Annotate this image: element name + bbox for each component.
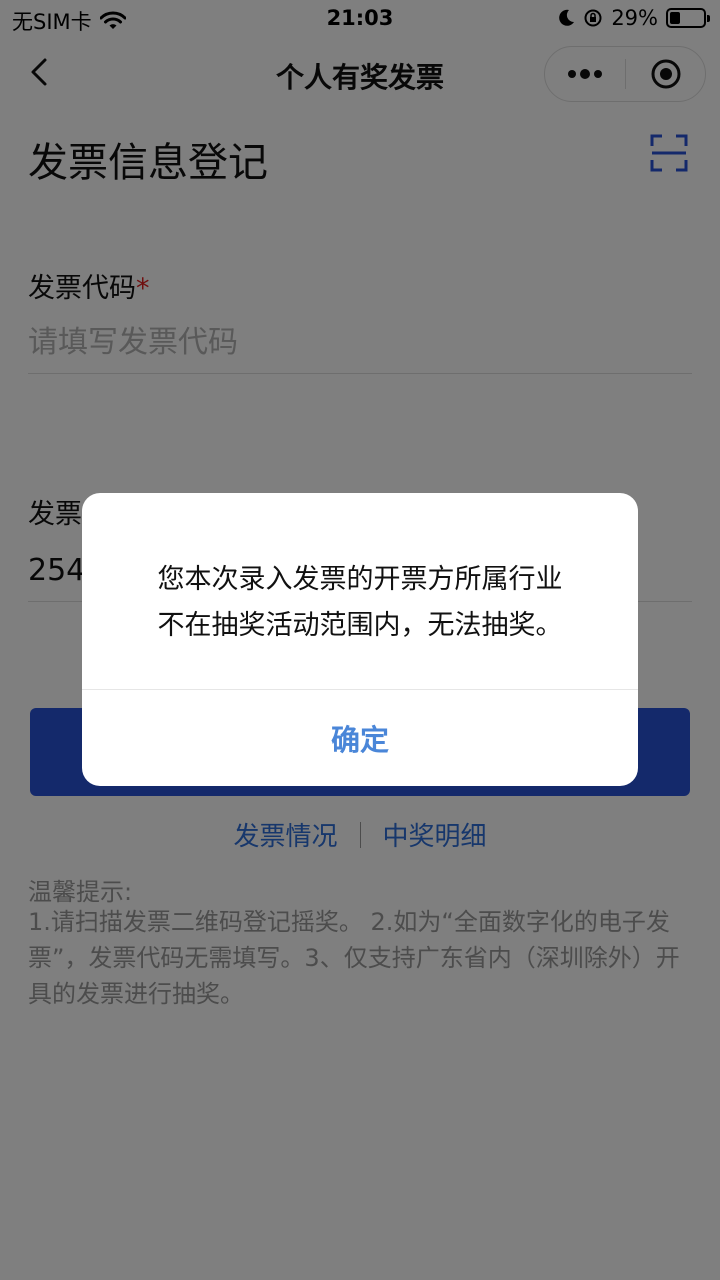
dialog-message-line-2: 不在抽奖活动范围内，无法抽奖。 — [157, 610, 563, 641]
confirm-button[interactable]: 确定 — [82, 690, 638, 786]
dialog-message-line-1: 您本次录入发票的开票方所属行业 — [157, 564, 563, 595]
alert-dialog: 您本次录入发票的开票方所属行业 不在抽奖活动范围内，无法抽奖。 确定 — [82, 493, 638, 786]
dialog-message: 您本次录入发票的开票方所属行业 不在抽奖活动范围内，无法抽奖。 — [112, 557, 608, 649]
